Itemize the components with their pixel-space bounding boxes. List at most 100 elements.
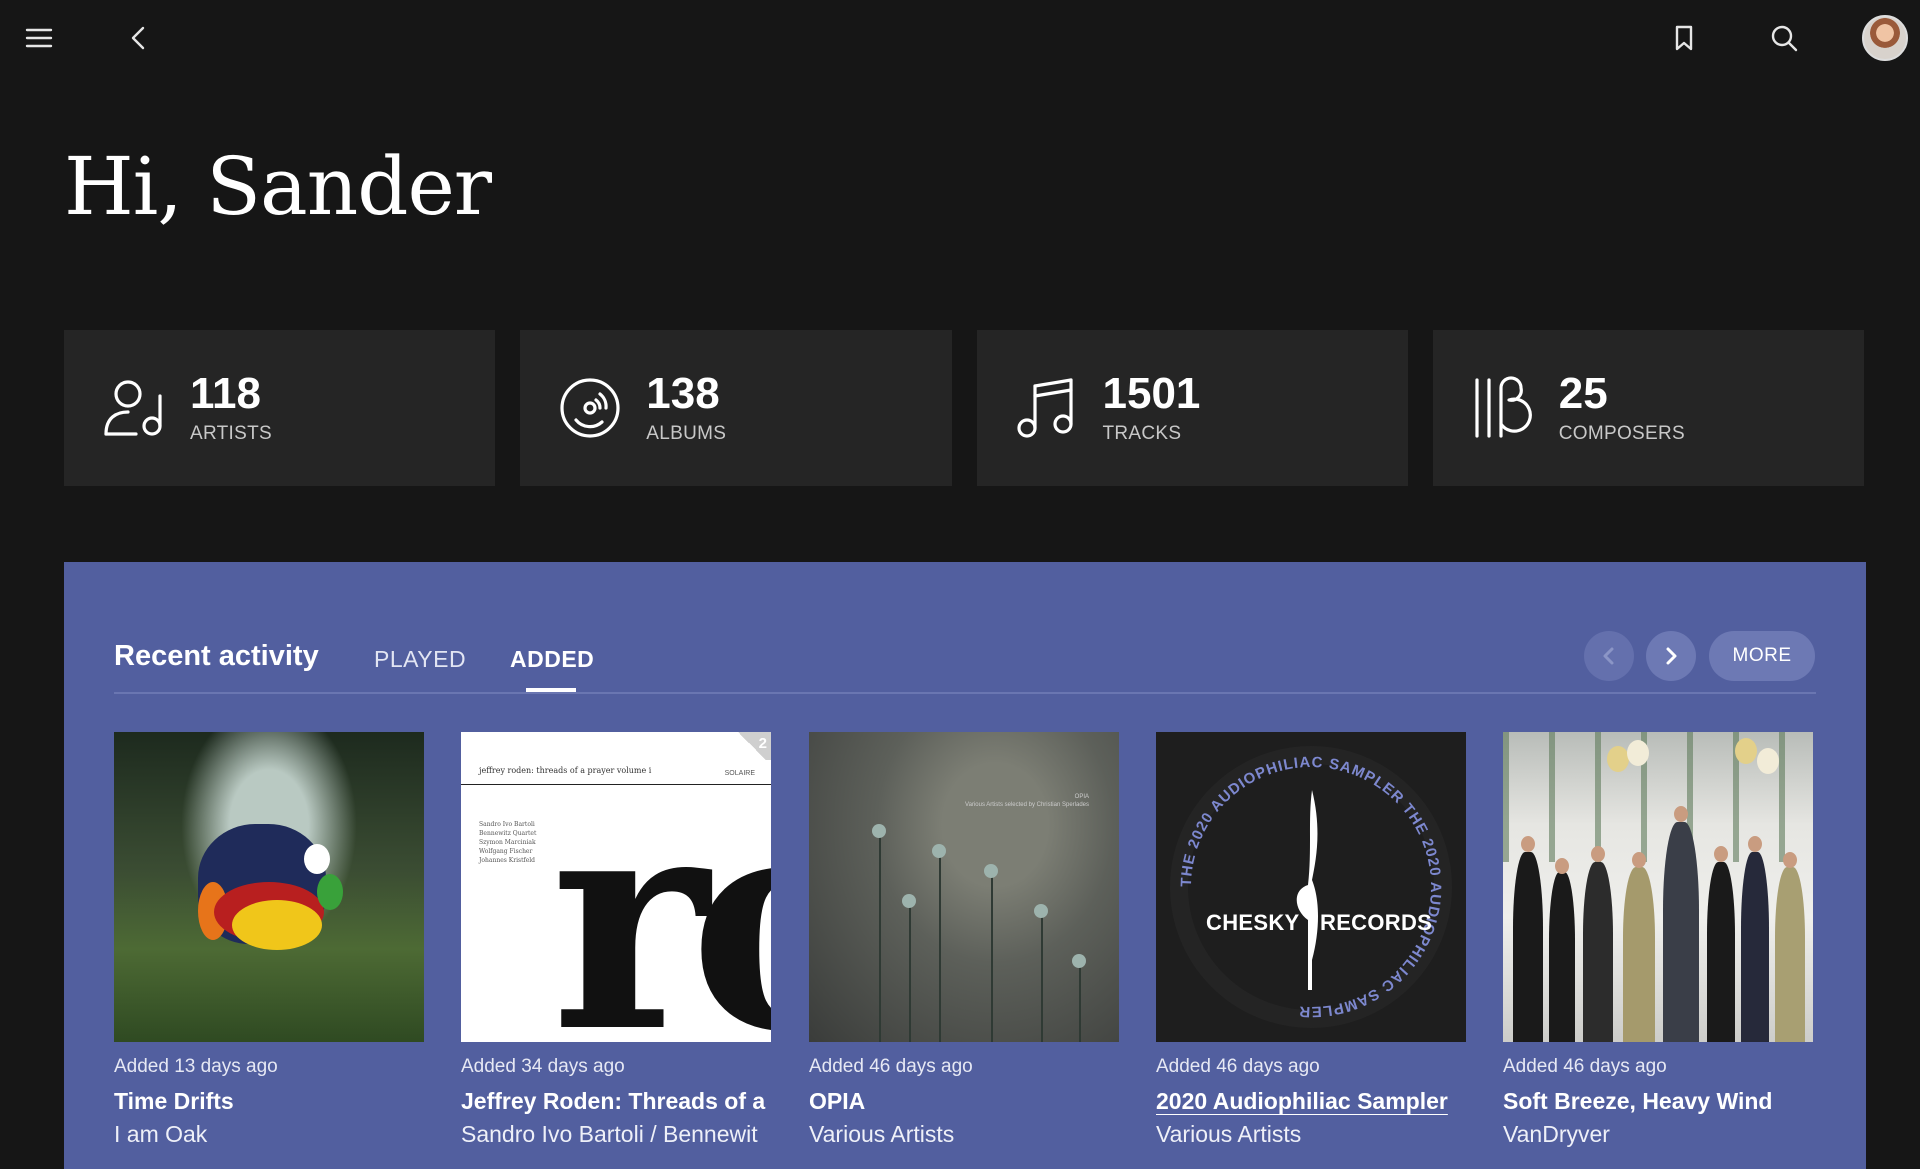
added-date: Added 34 days ago (461, 1056, 625, 1077)
cover-subtitle-text: Various Artists selected by Christian Sp… (965, 802, 1089, 808)
album-title[interactable]: Jeffrey Roden: Threads of a Pr (461, 1088, 771, 1115)
stat-tracks[interactable]: 1501 TRACKS (976, 330, 1408, 486)
cover-art-shape (1741, 852, 1769, 1042)
next-button[interactable] (1646, 631, 1696, 681)
cover-art-shape (984, 864, 998, 878)
cover-art-shape (932, 844, 946, 858)
added-date: Added 46 days ago (1503, 1056, 1667, 1077)
cover-art-shape (1555, 858, 1569, 874)
cover-art-shape (1714, 846, 1728, 862)
album-title[interactable]: 2020 Audiophiliac Sampler (1156, 1088, 1466, 1115)
cover-art-shape (872, 824, 886, 838)
album-cover[interactable]: OPIA Various Artists selected by Christi… (809, 732, 1119, 1042)
cover-art-shape (304, 844, 330, 874)
composer-icon (1475, 376, 1532, 438)
cover-art-shape (879, 832, 881, 1042)
cover-art-shape (1627, 740, 1649, 766)
cover-art-shape (1663, 822, 1699, 1042)
cover-art-shape (1707, 862, 1735, 1042)
album-card[interactable]: Added 13 days ago Time Drifts I am Oak (114, 732, 424, 1148)
cover-label-left: CHESKY (1206, 910, 1300, 935)
cover-art-shape (1513, 852, 1543, 1042)
stat-composers[interactable]: 25 COMPOSERS (1432, 330, 1864, 486)
album-artist[interactable]: VanDryver (1503, 1121, 1813, 1148)
cover-art-shape (1521, 836, 1535, 852)
music-note-icon (1016, 378, 1073, 438)
album-cover[interactable] (114, 732, 424, 1042)
album-cover[interactable]: THE 2020 AUDIOPHILIAC SAMPLER THE 2020 A… (1156, 732, 1466, 1042)
cover-art-shape (1775, 867, 1805, 1042)
cover-art-shape (232, 900, 322, 950)
hamburger-menu-icon[interactable] (19, 18, 59, 58)
active-tab-indicator (526, 688, 576, 692)
cover-art-shape (1583, 862, 1613, 1042)
added-date: Added 46 days ago (809, 1056, 973, 1077)
bookmark-icon[interactable] (1664, 18, 1704, 58)
cover-art-shape (939, 852, 941, 1042)
stat-count: 138 (646, 368, 720, 418)
cover-art-shape (1623, 867, 1655, 1042)
top-bar (0, 0, 1920, 76)
stat-label: ALBUMS (646, 423, 727, 445)
album-title[interactable]: Time Drifts (114, 1088, 424, 1115)
stat-label: ARTISTS (190, 423, 272, 445)
section-title: Recent activity (114, 640, 319, 672)
cover-art-shape (1041, 912, 1043, 1042)
cover-art-shape (1674, 806, 1688, 822)
search-icon[interactable] (1764, 18, 1804, 58)
stat-artists[interactable]: 118 ARTISTS (64, 330, 496, 486)
album-title[interactable]: OPIA (809, 1088, 1119, 1115)
previous-button[interactable] (1584, 631, 1634, 681)
cover-title-text: OPIA (1074, 794, 1089, 800)
album-card[interactable]: THE 2020 AUDIOPHILIAC SAMPLER THE 2020 A… (1156, 732, 1466, 1148)
added-date: Added 13 days ago (114, 1056, 278, 1077)
avatar[interactable] (1862, 15, 1908, 61)
chevron-left-icon[interactable] (119, 18, 159, 58)
stat-count: 118 (190, 368, 261, 418)
cover-performers-text: Sandro Ivo Bartoli Bennewitz Quartet Szy… (479, 821, 537, 864)
artist-icon (104, 380, 162, 436)
album-card[interactable]: jeffrey roden: threads of a prayer volum… (461, 732, 771, 1148)
album-card[interactable]: Added 46 days ago Soft Breeze, Heavy Win… (1503, 732, 1813, 1148)
library-stats: 118 ARTISTS 138 ALBUMS 1501 TRACKS 25 CO… (64, 330, 1864, 486)
cover-art-shape (317, 874, 343, 910)
stat-label: COMPOSERS (1558, 423, 1685, 445)
cover-art-shape (1034, 904, 1048, 918)
cover-art-shape (1549, 872, 1575, 1042)
album-cover[interactable]: jeffrey roden: threads of a prayer volum… (461, 732, 771, 1042)
cover-art-shape (991, 872, 993, 1042)
tab-played[interactable]: PLAYED (374, 646, 466, 673)
cover-big-letters: ro (551, 745, 771, 1043)
chevron-right-icon (1666, 647, 1677, 665)
cover-art-shape (1783, 852, 1797, 868)
album-card[interactable]: OPIA Various Artists selected by Christi… (809, 732, 1119, 1148)
cover-art-shape (1607, 746, 1629, 772)
cover-art-shape (1072, 954, 1086, 968)
cover-art-shape (1757, 748, 1779, 774)
added-date: Added 46 days ago (1156, 1056, 1320, 1077)
album-artist[interactable]: I am Oak (114, 1121, 424, 1148)
stat-count: 25 (1558, 368, 1608, 418)
disc-count: 2 (758, 735, 767, 752)
album-artist[interactable]: Various Artists (809, 1121, 1119, 1148)
cover-art-shape (1079, 962, 1081, 1042)
tabs-divider (114, 692, 1816, 694)
chevron-left-icon (1603, 647, 1614, 665)
stat-count: 1501 (1102, 368, 1201, 418)
page-title: Hi, Sander (64, 140, 492, 233)
album-disc-icon (560, 378, 620, 438)
more-button[interactable]: MORE (1709, 631, 1815, 681)
album-cover[interactable] (1503, 732, 1813, 1042)
cover-art-shape (1748, 836, 1762, 852)
cover-art-shape (909, 902, 911, 1042)
album-title[interactable]: Soft Breeze, Heavy Wind (1503, 1088, 1813, 1115)
tab-added[interactable]: ADDED (510, 646, 594, 673)
stat-albums[interactable]: 138 ALBUMS (520, 330, 952, 486)
cover-art-shape (1735, 738, 1757, 764)
cover-art-shape (1591, 846, 1605, 862)
album-artist[interactable]: Sandro Ivo Bartoli / Bennewit (461, 1121, 771, 1148)
cover-label-text: SOLAIRE (724, 770, 755, 777)
cover-art-shape (1632, 852, 1646, 868)
album-artist[interactable]: Various Artists (1156, 1121, 1466, 1148)
cover-label-right: RECORDS (1320, 910, 1433, 935)
